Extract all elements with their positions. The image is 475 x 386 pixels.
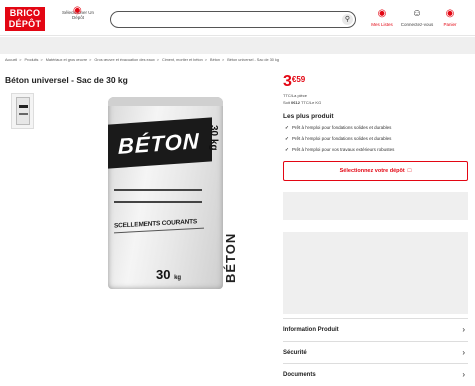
list-icon: ◉ bbox=[377, 8, 387, 19]
check-icon: ✓ bbox=[285, 136, 289, 141]
breadcrumb-item[interactable]: Produits bbox=[25, 58, 39, 62]
per-kg-prefix: Soit bbox=[283, 100, 290, 105]
brico-depot-logo[interactable]: BRICO DÉPÔT bbox=[5, 7, 45, 31]
accordion-product-info[interactable]: Information Produit › bbox=[283, 318, 468, 340]
price-decimal: €59 bbox=[291, 75, 306, 84]
logo-line1: BRICO bbox=[9, 8, 41, 18]
chevron-right-icon: › bbox=[462, 325, 465, 334]
accordion-label: Information Produit bbox=[283, 327, 339, 333]
select-store-label: Sélectionnez votre dépôt bbox=[339, 168, 405, 174]
product-price: 3€59 bbox=[283, 73, 305, 91]
bag-vertical-text: BÉTON bbox=[223, 232, 238, 283]
chevron-right-icon: › bbox=[462, 348, 465, 357]
site-header: BRICO DÉPÔT ◉ Sélectionner Un Dépôt ⚲ ◉ … bbox=[0, 0, 475, 36]
highlight-item: ✓ Prêt à l'emploi pour fondations solides… bbox=[285, 125, 391, 131]
map-pin-icon: ◉ bbox=[73, 5, 82, 16]
breadcrumb-item[interactable]: Ciment, mortier et béton bbox=[162, 58, 203, 62]
highlight-text: Prêt à l'emploi pour vos travaux extérie… bbox=[292, 147, 395, 152]
product-thumbnail[interactable] bbox=[11, 93, 34, 129]
cart-icon: ◉ bbox=[445, 8, 455, 19]
breadcrumb-item-current: Béton universel - Sac de 30 kg bbox=[227, 58, 279, 62]
thumbnail-bag-image bbox=[16, 97, 30, 125]
cart-label: Panier bbox=[443, 22, 457, 27]
product-image: BÉTON 30 kg SCELLEMENTS COURANTS 30 kg B… bbox=[100, 93, 238, 293]
highlights-heading: Les plus produit bbox=[283, 113, 334, 120]
price-unit: TTC/La pièce bbox=[283, 93, 308, 98]
search-input[interactable]: ⚲ bbox=[110, 11, 356, 28]
accordion-label: Documents bbox=[283, 372, 316, 378]
bag-brand-text: BÉTON bbox=[118, 128, 200, 159]
chevron-right-icon: › bbox=[462, 370, 465, 379]
highlight-item: ✓ Prêt à l'emploi pour vos travaux extéri… bbox=[285, 147, 394, 153]
cement-bag-illustration: BÉTON 30 kg SCELLEMENTS COURANTS 30 kg B… bbox=[108, 97, 238, 289]
product-title: Béton universel - Sac de 30 kg bbox=[5, 75, 128, 85]
store-selector[interactable]: ◉ Sélectionner Un Dépôt bbox=[58, 5, 98, 21]
accordion-documents[interactable]: Documents › bbox=[283, 363, 468, 380]
breadcrumb-item[interactable]: Accueil bbox=[5, 58, 17, 62]
breadcrumb-item[interactable]: Béton bbox=[210, 58, 220, 62]
delivery-placeholder bbox=[283, 232, 468, 314]
highlight-text: Prêt à l'emploi pour fondations solides … bbox=[292, 125, 392, 130]
bag-weight: 30 kg bbox=[156, 267, 181, 282]
accordion-security[interactable]: Sécurité › bbox=[283, 341, 468, 363]
per-kg-suffix: TTC/Le KG bbox=[300, 100, 322, 105]
navigation-bar bbox=[0, 37, 475, 54]
lists-label: Mes Listes bbox=[371, 22, 393, 27]
breadcrumb-item[interactable]: Matériaux et gros œuvre bbox=[46, 58, 87, 62]
availability-placeholder bbox=[283, 192, 468, 220]
cart-button[interactable]: ◉ Panier bbox=[430, 8, 470, 27]
per-kg-value: 0€12 bbox=[291, 100, 300, 105]
lists-button[interactable]: ◉ Mes Listes bbox=[362, 8, 402, 27]
check-icon: ✓ bbox=[285, 125, 289, 130]
highlight-text: Prêt à l'emploi pour fondations solides … bbox=[292, 136, 392, 141]
store-icon: □ bbox=[407, 168, 412, 174]
check-icon: ✓ bbox=[285, 147, 289, 152]
price-integer: 3 bbox=[283, 73, 292, 90]
bag-side-weight: 30 kg bbox=[208, 125, 219, 151]
logo-line2: DÉPÔT bbox=[8, 19, 42, 29]
breadcrumb-item[interactable]: Gros œuvre et évacuation des eaux bbox=[94, 58, 154, 62]
bag-weight-unit: kg bbox=[174, 275, 182, 281]
price-per-kg: Soit 0€12 TTC/Le KG bbox=[283, 100, 321, 105]
bag-weight-value: 30 bbox=[156, 267, 171, 282]
select-store-button[interactable]: Sélectionnez votre dépôt □ bbox=[283, 161, 468, 181]
highlight-item: ✓ Prêt à l'emploi pour fondations solides… bbox=[285, 136, 391, 142]
breadcrumb: Accueil > Produits > Matériaux et gros œuv… bbox=[5, 58, 279, 62]
accordion-label: Sécurité bbox=[283, 350, 307, 356]
search-icon[interactable]: ⚲ bbox=[342, 14, 353, 25]
